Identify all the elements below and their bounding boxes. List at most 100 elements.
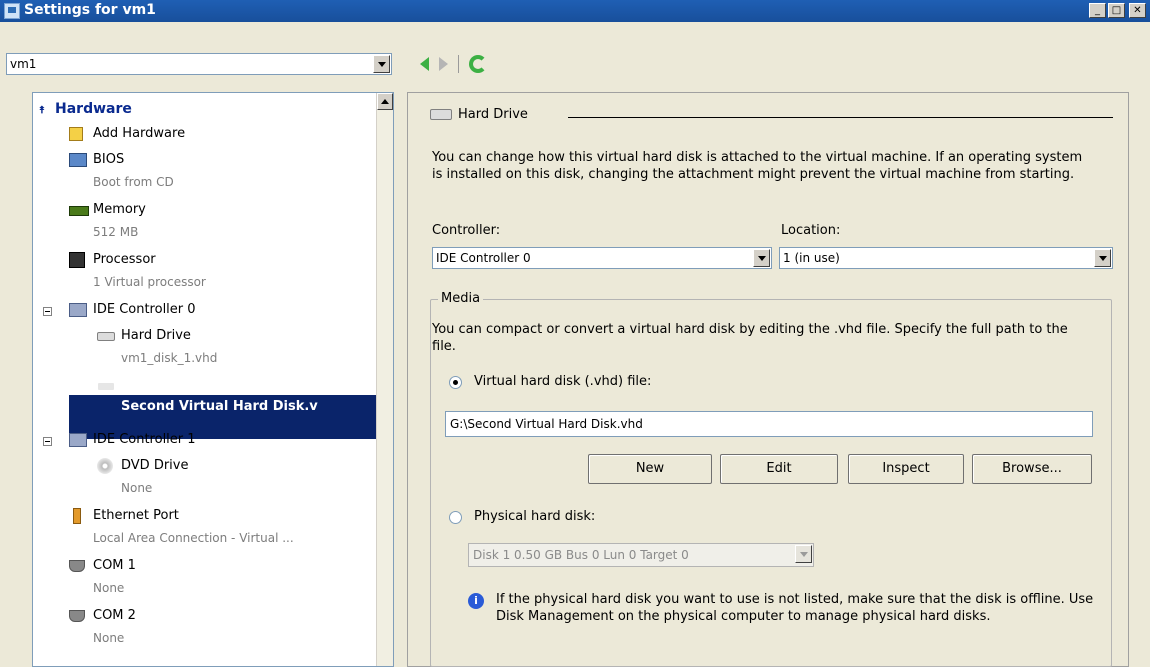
tree-scrollbar[interactable] [376, 93, 393, 666]
navigation-toolbar [420, 55, 487, 73]
bios-icon [69, 153, 87, 167]
tree-item-sub: 512 MB [93, 225, 139, 239]
tree-item-label: Add Hardware [93, 126, 186, 141]
add-hardware-icon [69, 127, 83, 141]
physical-disk-dropdown[interactable]: Disk 1 0.50 GB Bus 0 Lun 0 Target 0 [468, 543, 814, 567]
vhd-radio[interactable] [449, 376, 462, 389]
attachment-description: You can change how this virtual hard dis… [432, 150, 1083, 182]
group-divider [568, 117, 1113, 118]
collapse-chevron-icon[interactable]: ⯭ [39, 105, 45, 116]
location-label: Location: [781, 223, 841, 238]
tree-item-sub: 1 Virtual processor [93, 275, 206, 289]
location-value: 1 (in use) [783, 251, 840, 265]
tree-item-processor[interactable]: Processor [69, 251, 369, 273]
memory-icon [69, 206, 89, 216]
vhd-path-input[interactable]: G:\Second Virtual Hard Disk.vhd [445, 411, 1093, 437]
edit-button[interactable]: Edit [720, 454, 838, 484]
collapse-ide1-toggle-icon[interactable] [43, 437, 52, 446]
window-title: Settings for vm1 [24, 2, 156, 18]
ide-controller-icon [69, 433, 87, 447]
info-icon: i [468, 593, 484, 609]
hard-drive-settings-panel: Hard Drive You can change how this virtu… [407, 92, 1129, 667]
controller-value: IDE Controller 0 [436, 251, 531, 265]
refresh-icon[interactable] [469, 55, 487, 73]
tree-item-label: Hard Drive [121, 328, 191, 343]
forward-arrow-icon[interactable] [439, 57, 448, 71]
hard-drive-icon [97, 332, 115, 341]
vm-selector-value: vm1 [10, 57, 37, 71]
window-controls: _ □ ✕ [1089, 3, 1146, 18]
title-bar: Settings for vm1 _ □ ✕ [0, 0, 1150, 22]
tree-item-bios[interactable]: BIOS [69, 151, 369, 173]
vm-selector-box[interactable]: vm1 [6, 53, 392, 75]
collapse-ide0-toggle-icon[interactable] [43, 307, 52, 316]
dvd-drive-icon [97, 458, 113, 474]
close-button[interactable]: ✕ [1129, 3, 1146, 18]
physical-disk-radio[interactable] [449, 511, 462, 524]
group-title-text: Hard Drive [458, 107, 528, 122]
tree-item-add-hardware[interactable]: Add Hardware [69, 125, 369, 147]
media-description: You can compact or convert a virtual har… [432, 322, 1068, 354]
ide-controller-icon [69, 303, 87, 317]
tree-item-ethernet-port[interactable]: Ethernet Port [69, 507, 369, 529]
hard-drive-icon [430, 109, 452, 120]
tree-item-label: Ethernet Port [93, 508, 179, 523]
location-dropdown[interactable]: 1 (in use) [779, 247, 1113, 269]
inspect-button[interactable]: Inspect [848, 454, 964, 484]
tree-item-sub: Second Virtual Hard Disk.v [121, 399, 318, 414]
ethernet-port-icon [73, 508, 81, 524]
location-dropdown-arrow-icon[interactable] [1094, 249, 1111, 267]
tree-item-com1[interactable]: COM 1 [69, 557, 369, 579]
tree-item-label: Hard Drive [121, 378, 200, 393]
tree-item-com2[interactable]: COM 2 [69, 607, 369, 629]
hard-drive-group-title: Hard Drive [430, 107, 528, 122]
tree-item-sub: None [93, 631, 125, 645]
tree-item-label: BIOS [93, 152, 125, 167]
tree-item-sub: Local Area Connection - Virtual ... [93, 531, 294, 545]
toolbar-separator [458, 55, 459, 73]
tree-item-hard-drive-1[interactable]: Hard Drive [97, 327, 377, 349]
tree-item-sub: Boot from CD [93, 175, 174, 189]
tree-item-label: DVD Drive [121, 458, 189, 473]
tree-item-label: IDE Controller 0 [93, 302, 196, 317]
section-hardware-label: Hardware [55, 101, 132, 117]
minimize-button[interactable]: _ [1089, 3, 1106, 18]
controller-dropdown[interactable]: IDE Controller 0 [432, 247, 772, 269]
tree-item-label: Processor [93, 252, 156, 267]
physical-disk-dropdown-arrow-icon[interactable] [795, 545, 812, 563]
controller-label: Controller: [432, 223, 501, 238]
vhd-radio-label[interactable]: Virtual hard disk (.vhd) file: [474, 374, 651, 389]
section-hardware[interactable]: ⯭ Hardware [33, 99, 373, 121]
tree-item-label: IDE Controller 1 [93, 432, 196, 447]
processor-icon [69, 252, 85, 268]
tree-item-sub: None [121, 481, 153, 495]
hardware-tree: ⯭ Hardware Add Hardware BIOS Boot from C… [32, 92, 394, 667]
tree-item-ide-controller-0[interactable]: IDE Controller 0 [69, 301, 369, 323]
tree-item-sub: None [93, 581, 125, 595]
browse-button[interactable]: Browse... [972, 454, 1092, 484]
tree-item-memory[interactable]: Memory [69, 201, 369, 223]
settings-window-icon [4, 3, 20, 19]
physical-disk-radio-label[interactable]: Physical hard disk: [474, 509, 595, 524]
media-group-title: Media [438, 291, 484, 306]
vm-selector[interactable]: vm1 [6, 53, 392, 75]
scroll-up-arrow-icon[interactable] [377, 93, 393, 110]
maximize-button[interactable]: □ [1108, 3, 1125, 18]
vm-selector-dropdown-arrow-icon[interactable] [373, 55, 390, 73]
tree-item-hard-drive-2[interactable]: Hard Drive [97, 377, 377, 399]
tree-item-ide-controller-1[interactable]: IDE Controller 1 [69, 431, 369, 453]
tree-item-dvd-drive[interactable]: DVD Drive [97, 457, 377, 479]
tree-item-sub: vm1_disk_1.vhd [121, 351, 218, 365]
tree-item-label: COM 2 [93, 608, 136, 623]
physical-disk-info-text: If the physical hard disk you want to us… [496, 592, 1094, 624]
physical-disk-value: Disk 1 0.50 GB Bus 0 Lun 0 Target 0 [473, 548, 689, 562]
tree-item-label: Memory [93, 202, 146, 217]
com-port-icon [69, 560, 85, 572]
back-arrow-icon[interactable] [420, 57, 429, 71]
com-port-icon [69, 610, 85, 622]
new-button[interactable]: New [588, 454, 712, 484]
tree-item-label: COM 1 [93, 558, 136, 573]
hard-drive-icon [97, 382, 115, 391]
controller-dropdown-arrow-icon[interactable] [753, 249, 770, 267]
vhd-path-value: G:\Second Virtual Hard Disk.vhd [450, 417, 643, 431]
